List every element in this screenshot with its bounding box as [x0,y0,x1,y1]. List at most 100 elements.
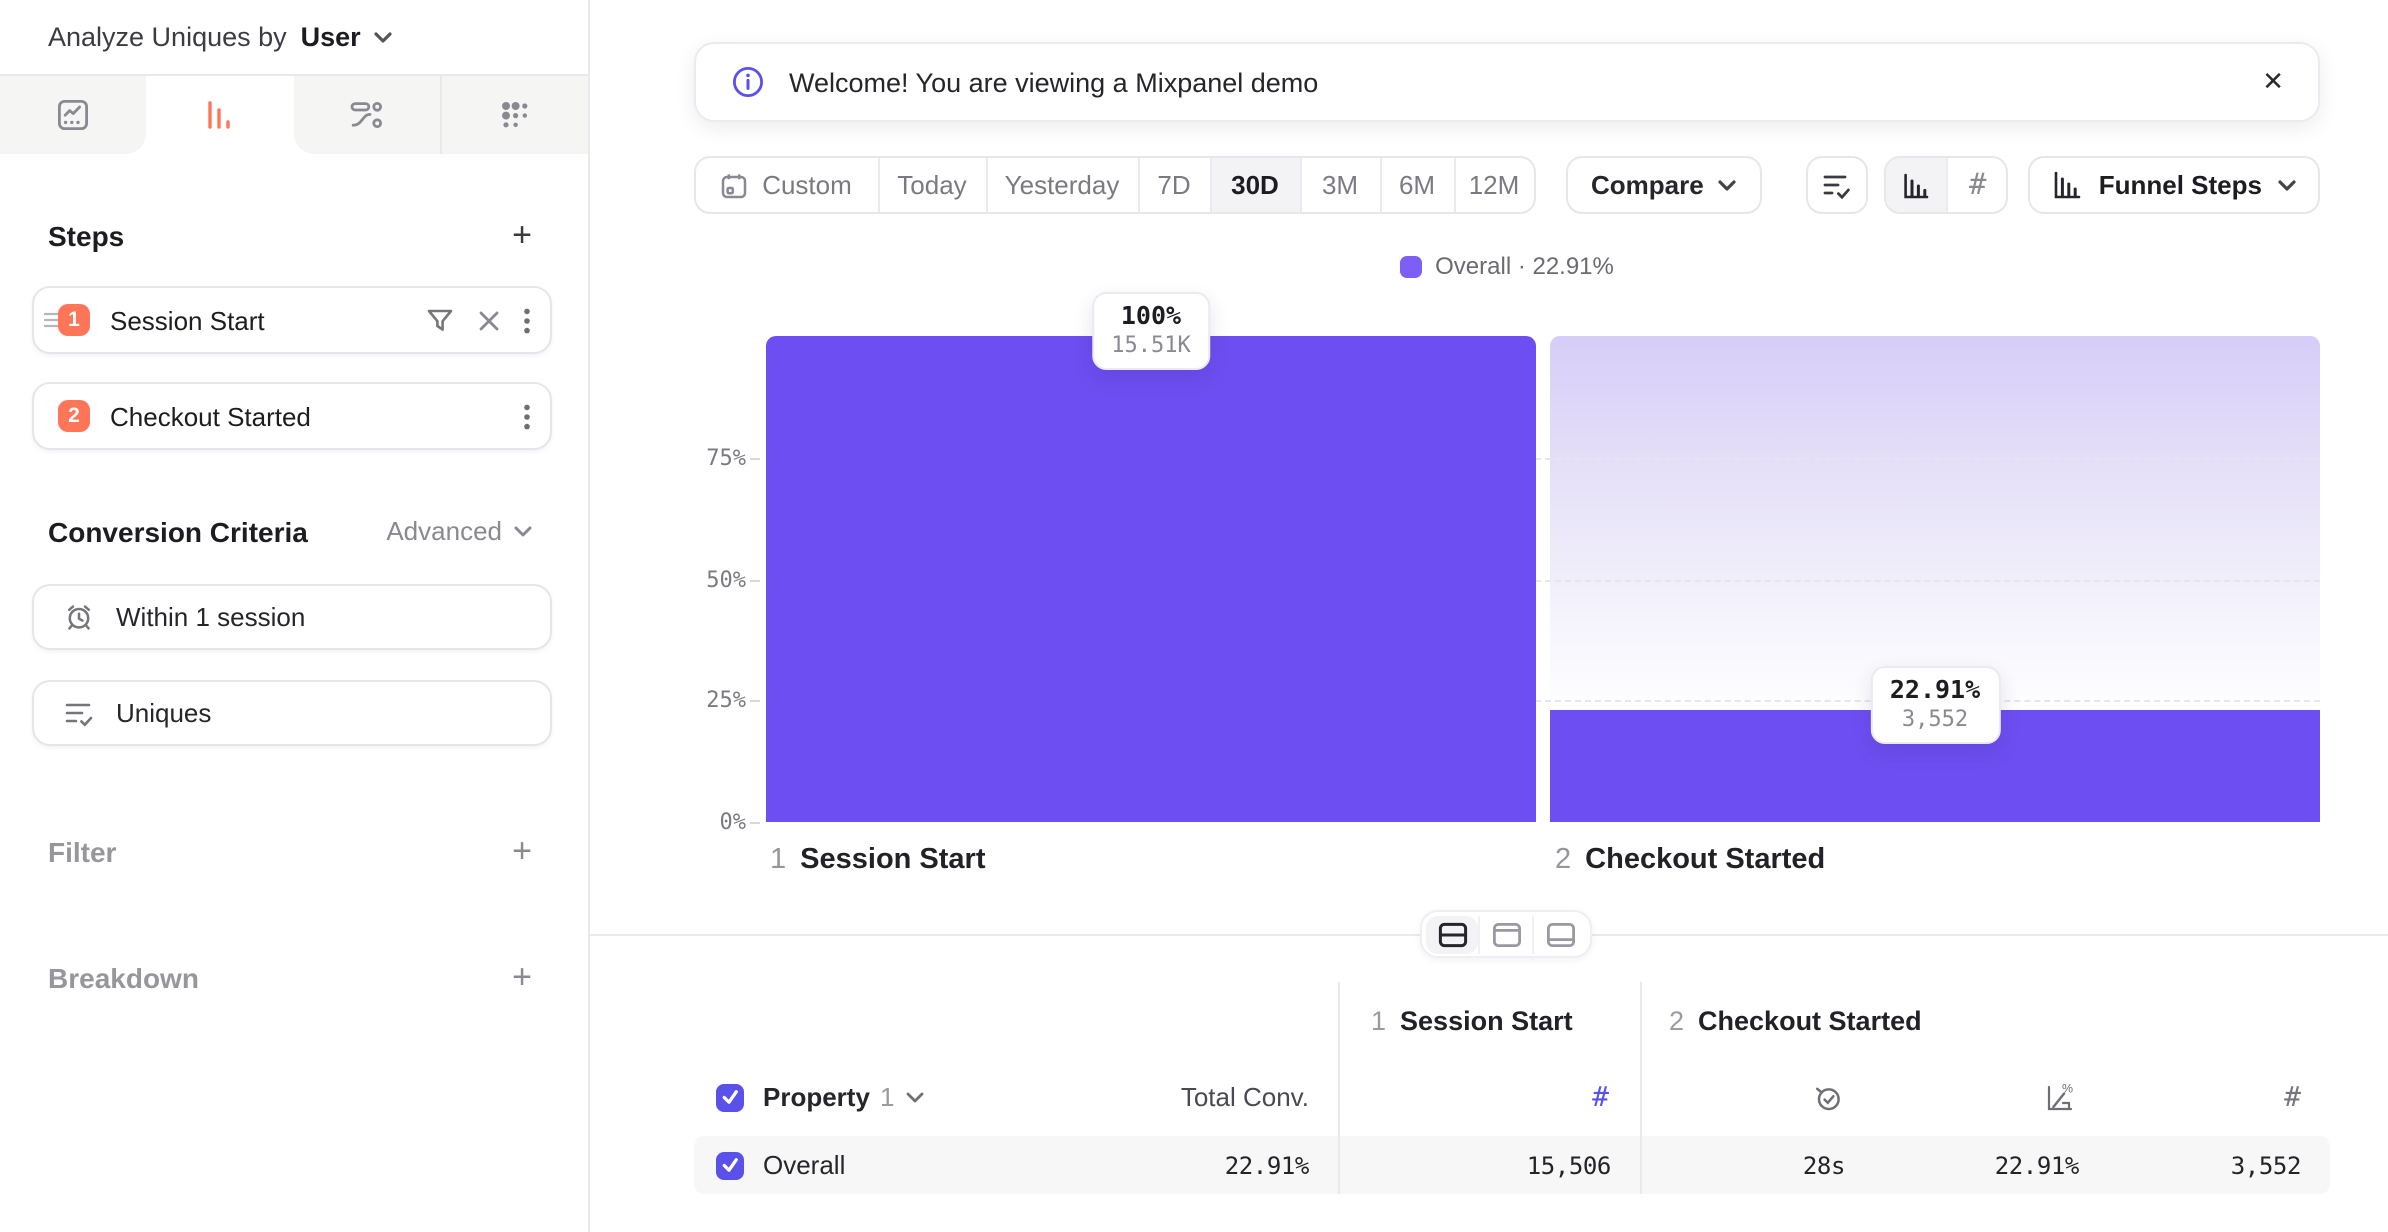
legend-label: Overall · 22.91% [1435,252,1614,280]
tab-flows[interactable] [293,76,440,154]
flows-icon [348,98,384,132]
range-7d[interactable]: 7D [1137,158,1209,212]
compare-button[interactable]: Compare [1565,156,1762,214]
property-index: 1 [880,1082,894,1112]
step-event-name[interactable]: Checkout Started [110,401,500,431]
filter-step-icon[interactable] [426,307,454,333]
report-main: Welcome! You are viewing a Mixpanel demo… [590,0,2388,1232]
select-all-checkbox[interactable] [715,1083,743,1111]
breakdown-section-header: Breakdown + [32,962,552,992]
x-axis-label-1: 1Session Start [770,844,986,876]
y-axis-label: 50% [706,566,746,592]
range-3m[interactable]: 3M [1299,158,1379,212]
range-yesterday[interactable]: Yesterday [985,158,1137,212]
range-12m[interactable]: 12M [1453,158,1533,212]
step-options-kebab-icon[interactable] [524,307,530,333]
time-to-convert-icon [1811,1081,1843,1113]
chevron-down-icon [906,1091,924,1103]
step-event-name[interactable]: Session Start [110,305,402,335]
format-percent-bars[interactable] [1887,158,1947,212]
metric-uniques-button[interactable] [1807,156,1869,214]
tab-funnels[interactable] [147,76,294,154]
range-custom[interactable]: Custom [695,158,877,212]
list-check-icon [1823,171,1853,199]
filter-title: Filter [48,835,116,867]
range-label: Yesterday [1005,170,1120,200]
conversion-window-label: Within 1 session [116,602,305,632]
tab-retention[interactable] [440,76,589,154]
chevron-down-icon [2278,179,2296,191]
step-number-badge: 2 [58,400,90,432]
property-dropdown[interactable]: Property 1 [763,1082,924,1112]
row-checkbox[interactable] [715,1151,743,1179]
layout-split-icon [1437,921,1467,947]
add-step-button[interactable]: + [512,218,532,252]
step-row-1[interactable]: 1 Session Start [32,286,552,354]
range-label: 30D [1231,170,1279,200]
range-30d[interactable]: 30D [1209,158,1299,212]
legend-swatch [1399,255,1421,277]
layout-table-button[interactable] [1532,915,1586,953]
drag-handle-icon[interactable] [42,312,60,328]
total-conv-value: 22.91% [1225,1151,1337,1179]
step-row-2[interactable]: 2 Checkout Started [32,382,552,450]
range-6m[interactable]: 6M [1379,158,1453,212]
range-label: Custom [762,170,852,200]
range-label: 7D [1157,170,1190,200]
bar-fill [766,336,1536,822]
range-label: Today [897,170,966,200]
range-today[interactable]: Today [877,158,985,212]
row-label: Overall [763,1150,845,1180]
demo-banner: Welcome! You are viewing a Mixpanel demo… [693,42,2320,122]
conv-rate-header[interactable]: % [1869,1058,2099,1136]
counting-method-card[interactable]: Uniques [32,680,552,746]
session-start-count-header[interactable]: # [1337,1058,1639,1136]
add-filter-button[interactable]: + [512,834,532,868]
group-header-checkout-started: 2 Checkout Started [1639,982,2329,1058]
avg-time-value: 28s [1803,1151,1845,1179]
hash-icon: # [2284,1081,2301,1113]
conversion-criteria-title: Conversion Criteria [48,515,308,547]
chevron-down-icon [514,525,532,537]
layout-split-button[interactable] [1426,915,1478,953]
session-start-count-cell: 15,506 [1337,1136,1639,1194]
value-format-segment: # [1885,156,2009,214]
format-absolute[interactable]: # [1947,158,2007,212]
group-index: 1 [1371,1005,1386,1035]
layout-chart-button[interactable] [1478,915,1532,953]
property-header-cell: Property 1 Total Conv. [693,1058,1337,1136]
bar-lost [1550,336,2320,711]
group-header-session-start: 1 Session Start [1337,982,1639,1058]
axis-tick [750,458,760,460]
advanced-toggle[interactable]: Advanced [386,516,532,546]
bar-tooltip: 22.91% 3,552 [1870,667,2000,745]
mixpanel-funnel-app: Analyze Uniques by User [0,0,2388,1232]
add-breakdown-button[interactable]: + [512,960,532,994]
funnel-bar-session-start[interactable]: 100% 15.51K [766,336,1536,822]
conversion-window-card[interactable]: Within 1 session [32,584,552,650]
converted-count-header[interactable]: # [2099,1058,2329,1136]
analyze-entity-select[interactable]: User [301,22,361,52]
tooltip-percent: 100% [1111,300,1191,332]
table-row-overall-main[interactable]: Overall 22.91% [693,1136,1337,1194]
insights-icon [56,98,90,132]
chart-type-dropdown[interactable]: Funnel Steps [2029,156,2320,214]
banner-message: Welcome! You are viewing a Mixpanel demo [789,67,1318,97]
conv-rate-cell: 22.91% [1869,1136,2099,1194]
axis-tick [750,701,760,703]
remove-step-icon[interactable] [478,309,500,331]
banner-close-icon[interactable]: ✕ [2262,66,2284,98]
tooltip-percent: 22.91% [1890,675,1980,707]
tab-insights[interactable] [0,76,147,154]
svg-text:%: % [2061,1081,2072,1094]
conv-rate-value: 22.91% [1995,1151,2079,1179]
step-name: Session Start [800,844,985,876]
date-range-segment: Custom Today Yesterday 7D 30D 3M 6M 12M [693,156,1535,214]
avg-time-header[interactable] [1639,1058,1869,1136]
steps-section-header: Steps + [32,220,552,250]
total-conv-header[interactable]: Total Conv. [1181,1082,1337,1112]
y-axis-label: 25% [706,688,746,714]
conversion-rate-icon: % [2043,1081,2075,1113]
group-index: 2 [1669,1005,1684,1035]
step-options-kebab-icon[interactable] [524,403,530,429]
